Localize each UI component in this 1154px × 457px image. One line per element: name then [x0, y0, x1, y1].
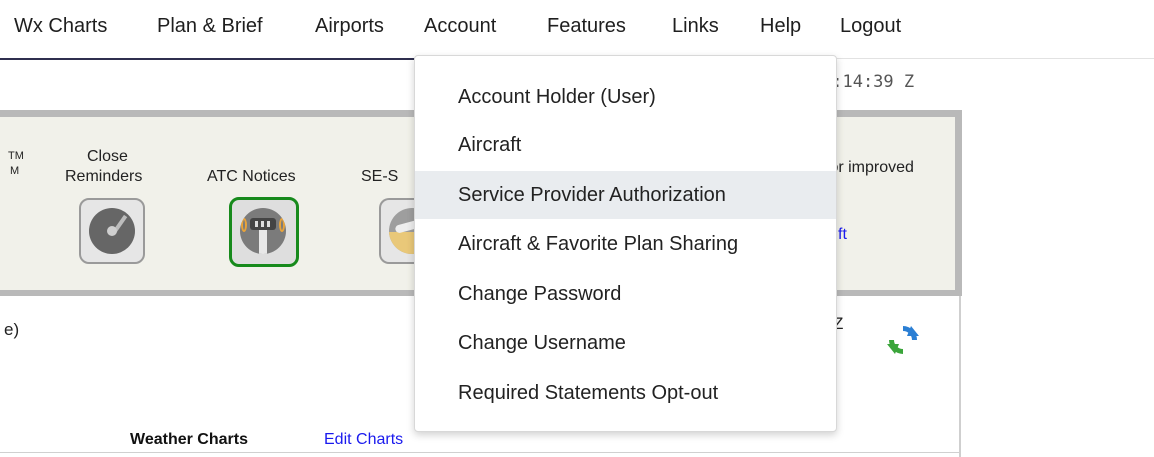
edit-charts-link[interactable]: Edit Charts: [324, 431, 403, 449]
menu-item-change-password[interactable]: Change Password: [415, 270, 836, 318]
menu-item-service-provider-authorization[interactable]: Service Provider Authorization: [415, 171, 836, 219]
nav-plan-brief[interactable]: Plan & Brief: [157, 15, 263, 38]
se-label-partial: SE-S: [361, 168, 399, 185]
partial-label-m: M: [10, 165, 20, 177]
atc-notices-button[interactable]: [229, 197, 299, 267]
account-dropdown-menu: Account Holder (User) Aircraft Service P…: [414, 55, 837, 432]
menu-item-aircraft[interactable]: Aircraft: [415, 121, 836, 169]
lower-partial-text: e): [4, 320, 20, 339]
menu-item-required-statements-opt-out[interactable]: Required Statements Opt-out: [415, 369, 836, 417]
nav-links[interactable]: Links: [672, 15, 719, 38]
content-divider: [959, 296, 961, 457]
improved-text: for improved: [825, 159, 914, 176]
nav-divider: [836, 58, 1154, 59]
weather-charts-tab[interactable]: Weather Charts: [130, 431, 248, 449]
close-reminders-label-line2: Reminders: [65, 168, 143, 185]
nav-wx-charts[interactable]: Wx Charts: [14, 15, 107, 38]
close-reminders-icon: [89, 208, 135, 254]
ft-link[interactable]: ft: [838, 226, 847, 244]
top-navigation: Wx Charts Plan & Brief Airports Account …: [0, 0, 1154, 56]
atc-notices-label: ATC Notices: [207, 168, 296, 185]
nav-underline: [0, 58, 418, 60]
nav-features[interactable]: Features: [547, 15, 626, 38]
close-reminders-button[interactable]: [79, 198, 145, 264]
menu-item-aircraft-plan-sharing[interactable]: Aircraft & Favorite Plan Sharing: [415, 220, 836, 268]
nav-account[interactable]: Account: [424, 15, 496, 38]
menu-item-change-username[interactable]: Change Username: [415, 319, 836, 367]
nav-help[interactable]: Help: [760, 15, 801, 38]
refresh-icon[interactable]: [885, 322, 921, 358]
nav-airports[interactable]: Airports: [315, 15, 384, 38]
se-button-partial[interactable]: [379, 198, 435, 264]
control-tower-icon: [240, 208, 286, 254]
menu-item-account-holder[interactable]: Account Holder (User): [415, 73, 836, 121]
bottom-divider: [0, 452, 960, 453]
nav-logout[interactable]: Logout: [840, 15, 901, 38]
close-reminders-label-line1: Close: [87, 148, 128, 165]
